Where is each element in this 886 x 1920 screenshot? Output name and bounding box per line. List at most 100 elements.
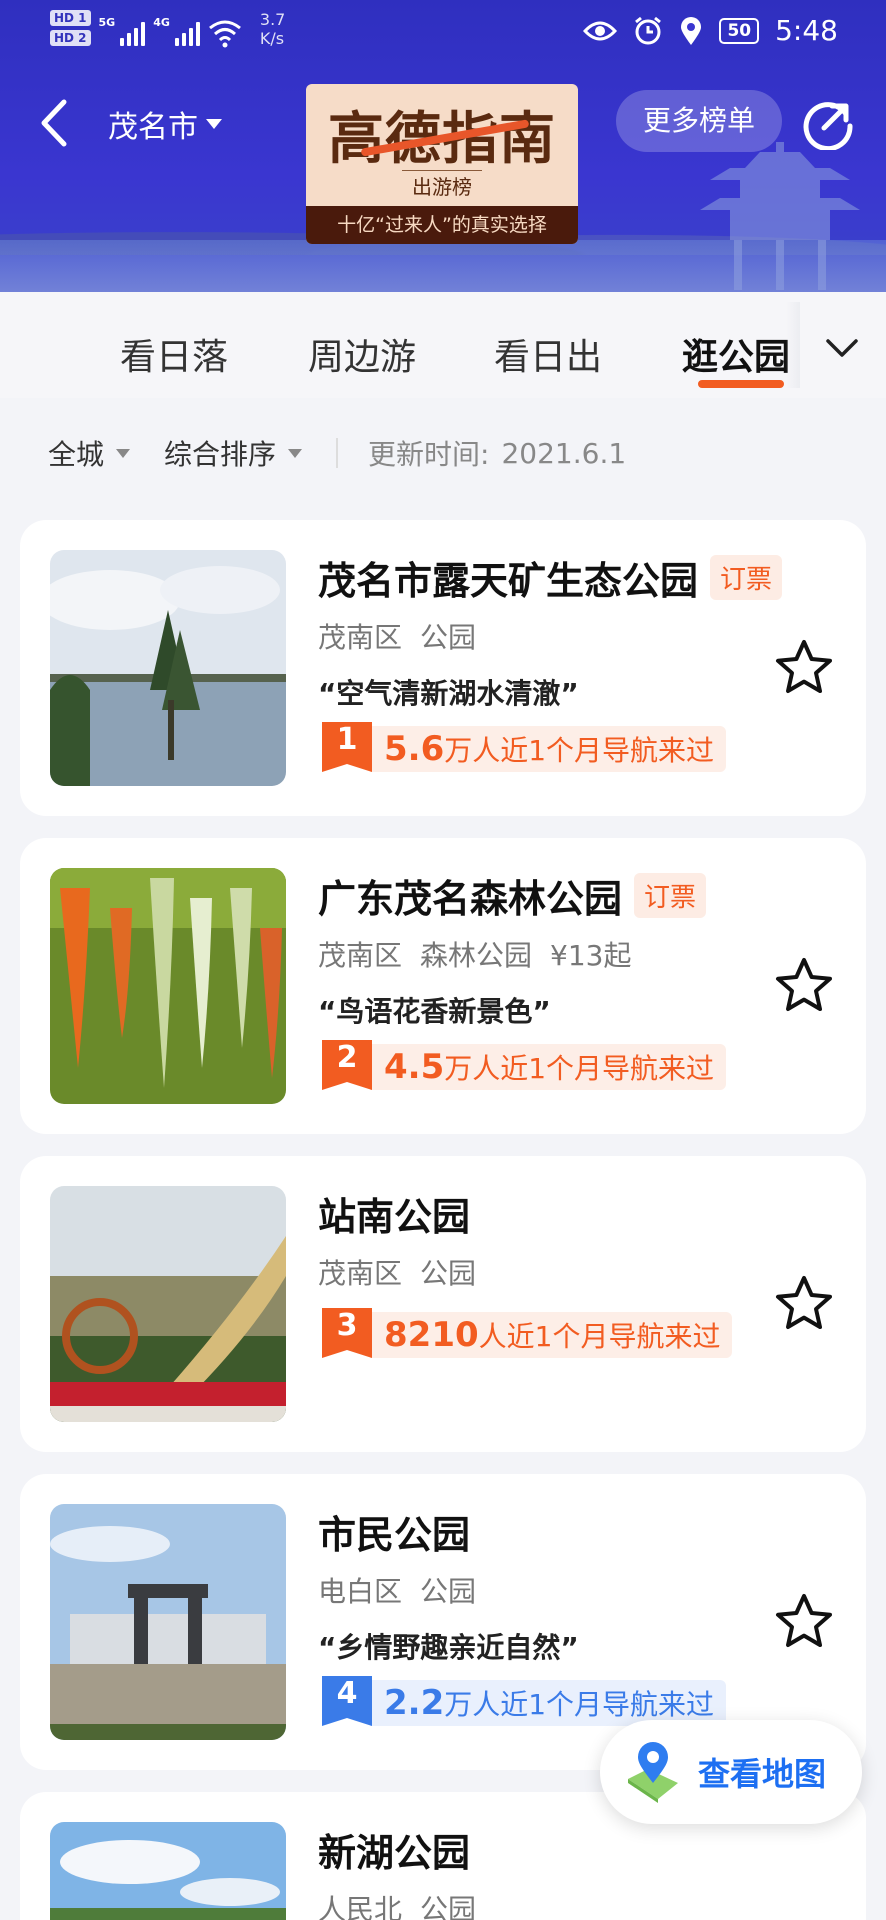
tab-fade bbox=[786, 302, 800, 388]
park-name-row: 广东茂名森林公园 订票 bbox=[318, 868, 707, 923]
list-item[interactable]: 茂名市露天矿生态公园 订票 茂南区 公园 “空气清新湖水清澈” 1 5.6万人近… bbox=[20, 520, 866, 816]
network-speed: 3.7 K/s bbox=[260, 10, 285, 48]
park-meta: 茂南区 森林公园 ¥13起 bbox=[318, 934, 631, 974]
star-icon[interactable] bbox=[774, 1592, 834, 1652]
visitor-number: 2.2 bbox=[384, 1683, 445, 1723]
active-tab-indicator bbox=[698, 380, 784, 388]
park-photo-garden bbox=[50, 1186, 286, 1422]
share-icon[interactable] bbox=[800, 94, 856, 150]
park-category: 公园 bbox=[420, 1893, 477, 1920]
more-rankings-button[interactable]: 更多榜单 bbox=[616, 90, 782, 152]
chevron-down-icon[interactable] bbox=[824, 336, 860, 360]
rank-badge-icon: 4 bbox=[318, 1674, 376, 1732]
park-quote: “鸟语花香新景色” bbox=[318, 995, 551, 1028]
tab-nearby[interactable]: 周边游 bbox=[308, 328, 416, 380]
park-quote: “乡情野趣亲近自然” bbox=[318, 1631, 579, 1664]
rank-row: 1 5.6万人近1个月导航来过 bbox=[318, 720, 727, 778]
rank-row: 2 4.5万人近1个月导航来过 bbox=[318, 1040, 727, 1094]
park-name-row: 市民公园 bbox=[318, 1504, 470, 1559]
filter-divider bbox=[336, 438, 339, 468]
rank-row: 3 8210人近1个月导航来过 bbox=[318, 1306, 733, 1364]
area-filter-label: 全城 bbox=[48, 438, 105, 471]
eye-icon bbox=[583, 21, 618, 40]
map-pin-icon bbox=[628, 1742, 678, 1803]
back-arrow-icon[interactable] bbox=[38, 98, 72, 148]
view-map-button[interactable]: 查看地图 bbox=[600, 1720, 862, 1824]
park-district: 人民北 bbox=[318, 1893, 403, 1920]
star-icon[interactable] bbox=[774, 638, 834, 698]
park-category: 公园 bbox=[420, 1257, 477, 1290]
battery-icon: 50 bbox=[719, 17, 760, 44]
signal-4g-icon: 4G bbox=[153, 16, 200, 46]
rank-badge-icon: 3 bbox=[318, 1306, 376, 1364]
visitor-text: 万人近1个月导航来过 bbox=[444, 1688, 715, 1721]
park-name: 市民公园 bbox=[318, 1513, 471, 1557]
caret-down-icon bbox=[206, 119, 222, 129]
hd1-label: HD 1 bbox=[50, 10, 91, 26]
caret-down-icon bbox=[288, 448, 303, 458]
park-name: 新湖公园 bbox=[318, 1831, 471, 1875]
logo-tagline: 十亿“过来人”的真实选择 bbox=[306, 206, 578, 244]
park-photo-plants bbox=[50, 868, 286, 1104]
list-item[interactable]: 站南公园 茂南区 公园 3 8210人近1个月导航来过 bbox=[20, 1156, 866, 1452]
park-district: 茂南区 bbox=[318, 621, 403, 654]
gaode-guide-logo: 高德指南 出游榜 十亿“过来人”的真实选择 bbox=[306, 84, 578, 244]
visitor-count: 5.6万人近1个月导航来过 bbox=[370, 726, 727, 772]
clock: 5:48 bbox=[775, 14, 838, 47]
star-icon[interactable] bbox=[774, 1274, 834, 1334]
view-map-label: 查看地图 bbox=[698, 1755, 827, 1793]
tab-parks[interactable]: 逛公园 bbox=[682, 328, 790, 380]
park-category: 公园 bbox=[420, 1575, 477, 1608]
pagoda-illustration bbox=[700, 142, 860, 290]
list-item[interactable]: 广东茂名森林公园 订票 茂南区 森林公园 ¥13起 “鸟语花香新景色” 2 4.… bbox=[20, 838, 866, 1134]
park-district: 茂南区 bbox=[318, 1257, 403, 1290]
signal-5g-icon: 5G bbox=[99, 16, 146, 46]
area-filter[interactable]: 全城 bbox=[48, 433, 131, 473]
park-photo-lake bbox=[50, 550, 286, 786]
location-icon bbox=[681, 16, 702, 45]
park-meta: 人民北 公园 bbox=[318, 1888, 476, 1920]
park-name: 站南公园 bbox=[318, 1195, 471, 1239]
visitor-count: 8210人近1个月导航来过 bbox=[370, 1312, 733, 1358]
category-tabs: 看日落 周边游 看日出 逛公园 bbox=[0, 292, 886, 398]
park-photo-sky bbox=[50, 1822, 286, 1920]
speed-value: 3.7 bbox=[259, 10, 286, 29]
visitor-text: 万人近1个月导航来过 bbox=[444, 1052, 715, 1085]
speed-unit: K/s bbox=[259, 29, 285, 48]
tab-sunrise[interactable]: 看日出 bbox=[494, 328, 602, 380]
park-meta: 电白区 公园 bbox=[318, 1570, 476, 1610]
update-date: 2021.6.1 bbox=[501, 436, 627, 470]
ticket-tag[interactable]: 订票 bbox=[710, 555, 783, 600]
park-name-row: 新湖公园 bbox=[318, 1822, 470, 1877]
rank-number: 1 bbox=[336, 722, 358, 757]
star-icon[interactable] bbox=[774, 956, 834, 1016]
logo-subtitle: 出游榜 bbox=[402, 170, 482, 200]
park-name-row: 站南公园 bbox=[318, 1186, 470, 1241]
park-district: 茂南区 bbox=[318, 939, 403, 972]
city-label: 茂名市 bbox=[108, 110, 198, 145]
hd-indicator: HD 1 HD 2 bbox=[50, 10, 91, 46]
visitor-text: 人近1个月导航来过 bbox=[478, 1320, 721, 1353]
visitor-number: 5.6 bbox=[384, 729, 445, 769]
park-name: 广东茂名森林公园 bbox=[318, 877, 623, 921]
sort-filter[interactable]: 综合排序 bbox=[164, 433, 303, 473]
visitor-text: 万人近1个月导航来过 bbox=[444, 734, 715, 767]
rank-number: 2 bbox=[336, 1040, 358, 1075]
park-category: 森林公园 bbox=[420, 939, 533, 972]
logo-subtitle-wrap: 出游榜 bbox=[306, 170, 578, 200]
wifi-icon bbox=[208, 20, 241, 48]
park-name-row: 茂名市露天矿生态公园 订票 bbox=[318, 550, 783, 605]
visitor-count: 4.5万人近1个月导航来过 bbox=[370, 1044, 727, 1090]
caret-down-icon bbox=[116, 448, 131, 458]
rank-number: 3 bbox=[336, 1308, 358, 1343]
park-quote: “空气清新湖水清澈” bbox=[318, 677, 579, 710]
city-selector[interactable]: 茂名市 bbox=[108, 102, 222, 146]
header-banner: HD 1 HD 2 5G 4G 3.7 K/s 50 5:48 茂名市 出游榜 … bbox=[0, 0, 886, 292]
ticket-tag[interactable]: 订票 bbox=[634, 873, 707, 918]
visitor-number: 4.5 bbox=[384, 1047, 445, 1087]
park-category: 公园 bbox=[420, 621, 477, 654]
park-meta: 茂南区 公园 bbox=[318, 616, 476, 656]
rank-badge-icon: 1 bbox=[318, 720, 376, 778]
tab-sunset[interactable]: 看日落 bbox=[120, 328, 228, 380]
update-label: 更新时间: bbox=[368, 438, 490, 471]
